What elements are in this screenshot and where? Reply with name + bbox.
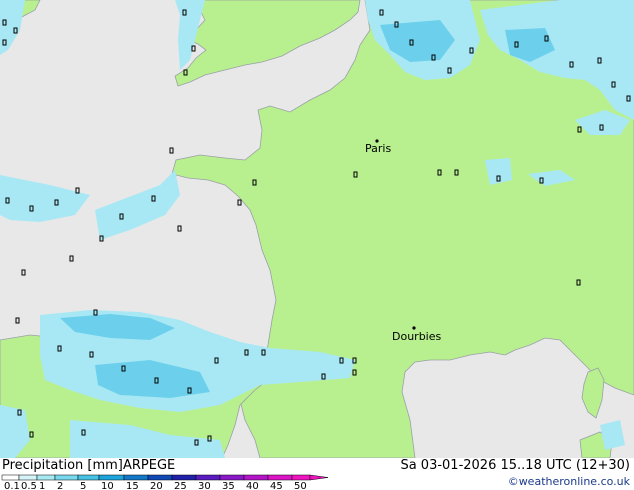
scale-tick-label: 15 bbox=[126, 481, 139, 490]
scale-tick-label: 50 bbox=[294, 481, 307, 490]
color-scale: 0.1 0.5 1 2 5 10 15 20 25 30 35 40 45 50 bbox=[1, 474, 329, 490]
scale-tick-label: 1 bbox=[39, 481, 45, 490]
scale-swatch bbox=[147, 474, 173, 481]
scale-tick-label: 0.1 bbox=[4, 481, 20, 490]
scale-swatch bbox=[98, 474, 125, 481]
scale-tick-label: 10 bbox=[101, 481, 114, 490]
scale-swatch bbox=[195, 474, 221, 481]
scale-tick-label: 25 bbox=[174, 481, 187, 490]
valid-time: Sa 03-01-2026 15..18 UTC (12+30) bbox=[400, 458, 630, 473]
scale-swatch bbox=[18, 474, 38, 481]
scale-swatch bbox=[219, 474, 245, 481]
scale-tick-label: 0.5 bbox=[21, 481, 37, 490]
scale-tick-label: 30 bbox=[198, 481, 211, 490]
scale-tick-label: 5 bbox=[80, 481, 86, 490]
city-label-dourbies: Dourbies bbox=[392, 330, 442, 343]
legend-footer: Precipitation [mm] ARPEGE Sa 03-01-2026 … bbox=[0, 458, 634, 490]
credit-link[interactable]: ©weatheronline.co.uk bbox=[508, 475, 630, 488]
scale-swatch bbox=[77, 474, 100, 481]
scale-tick-label: 40 bbox=[246, 481, 259, 490]
scale-swatch bbox=[171, 474, 197, 481]
scale-swatch bbox=[267, 474, 293, 481]
scale-swatch bbox=[243, 474, 269, 481]
scale-swatch bbox=[54, 474, 79, 481]
scale-tick-label: 35 bbox=[222, 481, 235, 490]
scale-swatch bbox=[36, 474, 56, 481]
scale-tick-label: 20 bbox=[150, 481, 163, 490]
scale-tick-label: 2 bbox=[57, 481, 63, 490]
precipitation-map bbox=[0, 0, 634, 458]
model-name: ARPEGE bbox=[123, 458, 176, 473]
scale-tick-label: 45 bbox=[270, 481, 283, 490]
scale-arrow bbox=[309, 474, 329, 481]
scale-swatch bbox=[291, 474, 311, 481]
city-label-paris: Paris bbox=[365, 142, 392, 155]
scale-swatch bbox=[1, 474, 20, 481]
scale-swatch bbox=[123, 474, 149, 481]
legend-title: Precipitation [mm] bbox=[2, 458, 123, 473]
